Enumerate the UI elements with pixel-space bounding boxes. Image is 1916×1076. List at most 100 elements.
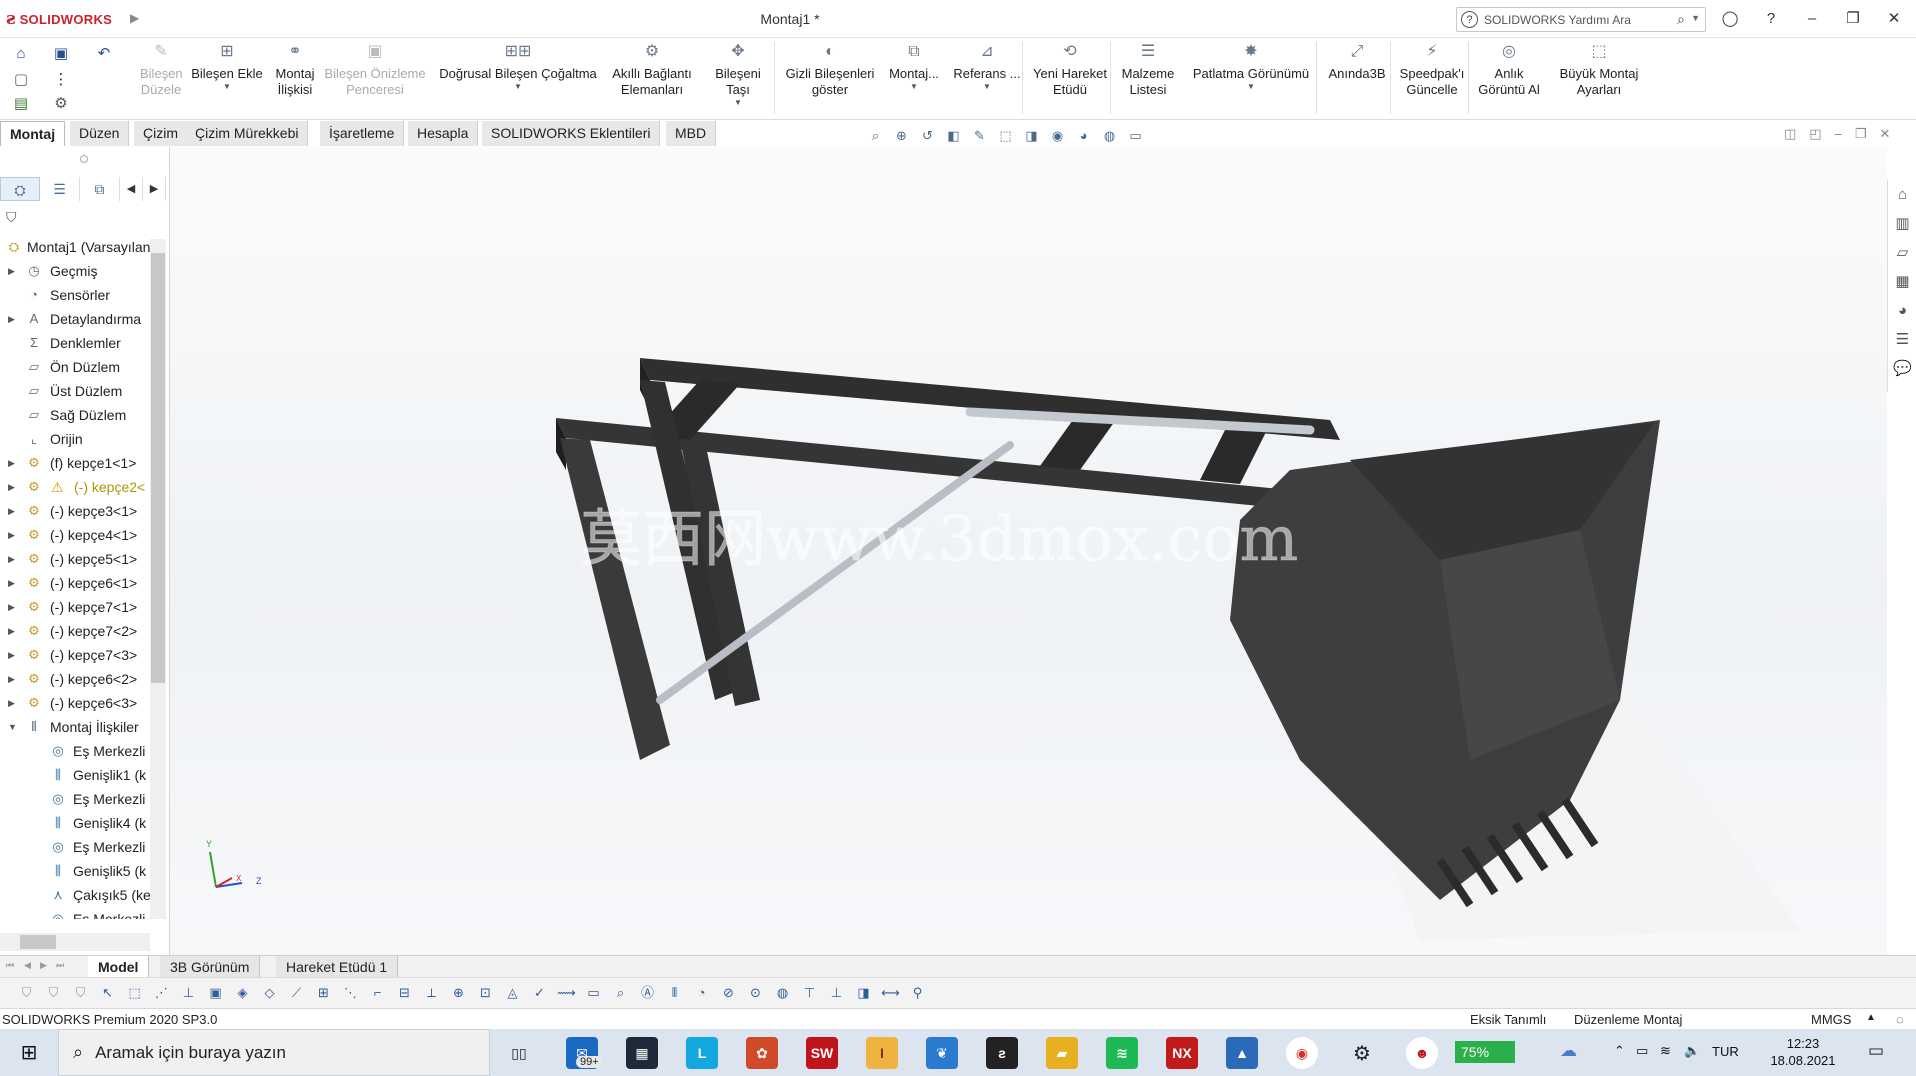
scroll-thumb[interactable] bbox=[20, 935, 56, 949]
toolbar-tool-icon[interactable]: ▣ bbox=[205, 983, 226, 1003]
toolbar-tool-icon[interactable]: ◍ bbox=[772, 983, 793, 1003]
tab-7[interactable]: MBD bbox=[666, 121, 717, 146]
tile-icon[interactable]: ◫ bbox=[1784, 126, 1796, 142]
solidworks-logo[interactable]: ƨ SOLIDWORKS bbox=[6, 9, 112, 29]
options-gear-icon[interactable]: ⚙ bbox=[51, 94, 71, 114]
onedrive-icon[interactable]: ☁ bbox=[1560, 1041, 1577, 1061]
bottom-tab-0[interactable]: Model bbox=[88, 956, 150, 978]
tab-4[interactable]: İşaretleme bbox=[320, 121, 405, 146]
catia-icon[interactable]: ƨ bbox=[986, 1037, 1018, 1069]
volume-icon[interactable]: 🔈 bbox=[1684, 1043, 1700, 1059]
collapse-icon[interactable]: ▼ bbox=[8, 715, 18, 739]
close-button[interactable]: ✕ bbox=[1879, 6, 1909, 32]
chevron-up-icon[interactable]: ▲ bbox=[1866, 1012, 1876, 1023]
toolbar-tool-icon[interactable]: ⊥ bbox=[826, 983, 847, 1003]
toolbar-tool-icon[interactable]: ⛉ bbox=[16, 983, 37, 1003]
cmd-edit-component-button[interactable]: ✎ Bileşen Düzele bbox=[140, 40, 183, 116]
toolbar-tool-icon[interactable]: ⟷ bbox=[880, 983, 901, 1003]
tree-item[interactable]: ⋏ Çakışık5 (ke bbox=[0, 883, 150, 907]
configuration-manager-tab-icon[interactable]: ⧉ bbox=[80, 177, 120, 201]
view-orientation-icon[interactable]: ⬚ bbox=[995, 126, 1016, 146]
minimize-button[interactable]: – bbox=[1797, 6, 1827, 32]
toolbar-tool-icon[interactable]: ◔ bbox=[691, 983, 712, 1003]
expand-icon[interactable]: ▶ bbox=[8, 451, 18, 475]
toolbar-tool-icon[interactable]: ⚲ bbox=[907, 983, 928, 1003]
folder-icon[interactable]: ▰ bbox=[1046, 1037, 1078, 1069]
home-icon[interactable]: ⌂ bbox=[1888, 180, 1916, 209]
tree-item[interactable]: ◔ Sensörler bbox=[0, 283, 150, 307]
app-l-icon[interactable]: L bbox=[686, 1037, 718, 1069]
tree-item[interactable]: ▶ ⚙ (-) kepçe7<3> bbox=[0, 643, 150, 667]
tree-item[interactable]: ▱ Üst Düzlem bbox=[0, 379, 150, 403]
expand-icon[interactable]: ▶ bbox=[8, 475, 18, 499]
tree-item[interactable]: ▶ ⚙ (-) kepçe4<1> bbox=[0, 523, 150, 547]
cmd-component-preview-button[interactable]: ▣ Bileşen Önizleme Penceresi bbox=[322, 40, 428, 116]
assistant-icon[interactable]: ☻ bbox=[1406, 1037, 1438, 1069]
user-account-icon[interactable]: ◯ bbox=[1715, 6, 1745, 32]
design-library-icon[interactable]: ▥ bbox=[1888, 209, 1916, 238]
traffic-light-icon[interactable]: ⋮ bbox=[51, 70, 71, 90]
edit-appearance-icon[interactable]: ◕ bbox=[1073, 126, 1094, 146]
windows-start-icon[interactable]: ⊞ bbox=[0, 1029, 58, 1076]
restore-button[interactable]: ❐ bbox=[1838, 6, 1868, 32]
toolbar-tool-icon[interactable]: ⊡ bbox=[475, 983, 496, 1003]
expand-icon[interactable]: ▶ bbox=[8, 571, 18, 595]
view-palette-icon[interactable]: ▦ bbox=[1888, 267, 1916, 296]
display-style-icon[interactable]: ◨ bbox=[1021, 126, 1042, 146]
menu-expand-arrow-icon[interactable]: ▶ bbox=[130, 11, 139, 25]
new-document-icon[interactable]: ▢ bbox=[11, 70, 31, 90]
assembly-model[interactable]: 莫西网www.3dmox.com Y Z X bbox=[170, 147, 1887, 955]
cmd-instant3d-button[interactable]: ⤢ Anında3B bbox=[1324, 40, 1390, 116]
chevron-down-icon[interactable]: ▼ bbox=[884, 82, 944, 92]
cmd-smart-fasteners-button[interactable]: ⚙ Akıllı Bağlantı Elemanları bbox=[606, 40, 698, 116]
toolbar-tool-icon[interactable]: ▭ bbox=[583, 983, 604, 1003]
chrome-icon[interactable]: ◉ bbox=[1286, 1037, 1318, 1069]
expand-icon[interactable]: ▶ bbox=[8, 547, 18, 571]
save-icon[interactable]: ▣ bbox=[51, 44, 71, 64]
select-icon[interactable]: ▤ bbox=[11, 94, 31, 114]
split-icon[interactable]: ◰ bbox=[1809, 126, 1821, 142]
next-tab-icon[interactable]: ▶ bbox=[40, 960, 47, 971]
expand-icon[interactable]: ▶ bbox=[8, 259, 18, 283]
chevron-down-icon[interactable]: ▼ bbox=[950, 82, 1024, 92]
spotify-icon[interactable]: ≋ bbox=[1106, 1037, 1138, 1069]
cmd-reference-geometry-button[interactable]: ⊿ Referans ... ▼ bbox=[950, 40, 1024, 116]
toolbar-tool-icon[interactable]: ⬚ bbox=[124, 983, 145, 1003]
toolbar-tool-icon[interactable]: ⫴ bbox=[664, 983, 685, 1003]
tree-item[interactable]: ▶ ⚙ (-) kepçe3<1> bbox=[0, 499, 150, 523]
tab-0[interactable]: Montaj bbox=[0, 121, 66, 146]
task-view-icon[interactable]: ▯▯ bbox=[503, 1037, 535, 1069]
cmd-speedpak-button[interactable]: ⚡ Speedpak'ı Güncelle bbox=[1396, 40, 1468, 116]
tab-1[interactable]: Düzen bbox=[70, 121, 130, 146]
expand-icon[interactable]: ▶ bbox=[8, 595, 18, 619]
expand-icon[interactable]: ▶ bbox=[8, 643, 18, 667]
chevron-down-icon[interactable]: ▼ bbox=[1186, 82, 1316, 92]
cmd-mate-button[interactable]: ⚭ Montaj İlişkisi bbox=[270, 40, 320, 116]
cmd-show-hidden-button[interactable]: ◐ Gizli Bileşenleri göster bbox=[782, 40, 878, 116]
viewport-restore-icon[interactable]: ❐ bbox=[1855, 126, 1867, 142]
section-view-icon[interactable]: ◧ bbox=[943, 126, 964, 146]
tree-item[interactable]: ◎ Eş Merkezli bbox=[0, 739, 150, 763]
toolbar-tool-icon[interactable]: ↖ bbox=[97, 983, 118, 1003]
toolbar-tool-icon[interactable]: ⌐ bbox=[367, 983, 388, 1003]
tree-item[interactable]: Σ Denklemler bbox=[0, 331, 150, 355]
cmd-bom-button[interactable]: ☰ Malzeme Listesi bbox=[1118, 40, 1178, 116]
toolbar-tool-icon[interactable]: ◨ bbox=[853, 983, 874, 1003]
tree-item[interactable]: ▱ Sağ Düzlem bbox=[0, 403, 150, 427]
tree-root-assembly[interactable]: ⛭ Montaj1 (Varsayılan bbox=[0, 235, 150, 259]
tree-item[interactable]: ⫼ Genişlik1 (k bbox=[0, 763, 150, 787]
chevron-down-icon[interactable]: ▼ bbox=[1691, 13, 1700, 23]
store-icon[interactable]: ▦ bbox=[626, 1037, 658, 1069]
toolbar-tool-icon[interactable]: ⋰ bbox=[151, 983, 172, 1003]
toolbar-tool-icon[interactable]: ⛉ bbox=[43, 983, 64, 1003]
toolbar-tool-icon[interactable]: ✓ bbox=[529, 983, 550, 1003]
tree-vertical-scrollbar[interactable] bbox=[150, 239, 166, 919]
appearances-icon[interactable]: ◕ bbox=[1888, 296, 1916, 325]
tree-item[interactable]: ◎ Eş Merkezli bbox=[0, 835, 150, 859]
bottom-tab-2[interactable]: Hareket Etüdü 1 bbox=[276, 956, 399, 978]
expand-icon[interactable]: ▶ bbox=[8, 619, 18, 643]
toolbar-tool-icon[interactable]: ⊕ bbox=[448, 983, 469, 1003]
tree-item[interactable]: ⌞ Orijin bbox=[0, 427, 150, 451]
clock[interactable]: 12:23 18.08.2021 bbox=[1758, 1035, 1848, 1069]
toolbar-tool-icon[interactable]: ⊤ bbox=[799, 983, 820, 1003]
